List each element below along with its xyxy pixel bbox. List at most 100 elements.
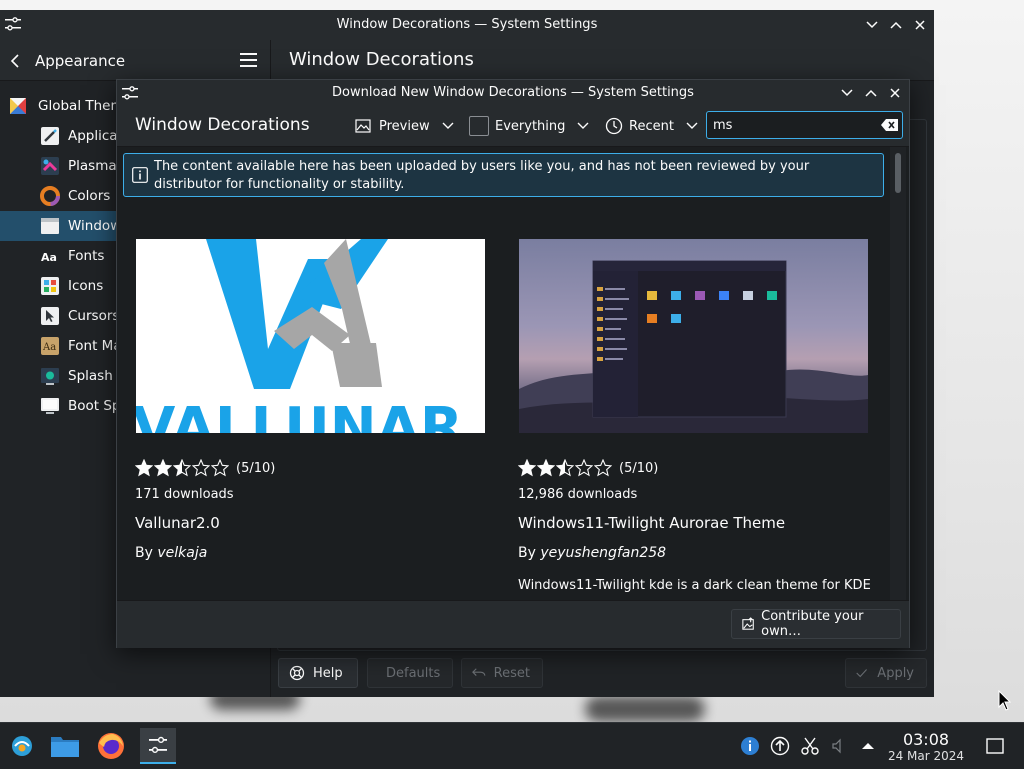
rating-stars-windows11-twilight: (5/10) — [518, 459, 658, 477]
plasma-style-icon — [41, 157, 59, 175]
star-full-icon — [518, 459, 536, 477]
star-full-icon — [537, 459, 555, 477]
close-button[interactable] — [910, 15, 930, 35]
defaults-button[interactable]: Defaults — [367, 658, 453, 688]
preview-image-vallunar[interactable]: VALLUNAR — [136, 239, 485, 433]
dialog-title: Download New Window Decorations — System… — [332, 85, 694, 100]
page-title: Window Decorations — [289, 49, 474, 70]
file-manager-icon[interactable] — [47, 728, 83, 764]
rating-text: (5/10) — [236, 460, 276, 476]
header-divider — [270, 40, 271, 80]
star-rating — [135, 459, 229, 477]
by-label: By — [518, 545, 536, 561]
search-input[interactable] — [713, 115, 873, 135]
dialog-header: Window Decorations Preview Everything Re… — [117, 106, 909, 147]
reset-button[interactable]: Reset — [461, 658, 543, 688]
sidebar-item-label: Colors — [68, 188, 111, 204]
show-desktop-icon[interactable] — [985, 736, 1005, 756]
undo-icon — [472, 668, 486, 676]
colors-icon — [40, 186, 60, 206]
splash-screen-icon — [41, 368, 59, 385]
hamburger-menu-icon[interactable] — [240, 52, 258, 68]
item-description: Windows11-Twilight kde is a dark clean t… — [518, 578, 871, 593]
window-decorations-icon — [41, 218, 59, 234]
rating-text: (5/10) — [619, 460, 659, 476]
info-icon — [132, 167, 148, 183]
download-count: 171 downloads — [135, 487, 234, 502]
search-field[interactable] — [706, 111, 903, 139]
back-label: Appearance — [35, 52, 126, 70]
dialog-heading: Window Decorations — [135, 115, 310, 135]
clock[interactable]: 03:08 24 Mar 2024 — [884, 731, 968, 764]
scrollbar-thumb[interactable] — [895, 153, 901, 193]
author-name[interactable]: yeyushengfan258 — [540, 545, 666, 561]
svg-text:Aa: Aa — [42, 342, 56, 353]
content-warning-banner: The content available here has been uplo… — [123, 153, 884, 197]
maximize-button[interactable] — [861, 83, 881, 103]
dialog-titlebar[interactable]: Download New Window Decorations — System… — [117, 80, 909, 106]
download-count: 12,986 downloads — [518, 487, 638, 502]
minimize-button[interactable] — [837, 83, 857, 103]
info-tray-icon[interactable] — [740, 736, 760, 756]
back-button[interactable]: Appearance — [8, 48, 138, 74]
author-name[interactable]: velkaja — [157, 545, 207, 561]
star-empty-icon — [192, 459, 210, 477]
clear-search-icon[interactable] — [881, 119, 898, 131]
fonts-icon: Aa — [41, 251, 57, 264]
global-theme-icon — [10, 98, 26, 114]
help-button[interactable]: Help — [278, 658, 358, 688]
apply-button[interactable]: Apply — [845, 658, 927, 688]
preview-image-windows11-twilight[interactable] — [519, 239, 868, 433]
contribute-label: Contribute your own… — [761, 609, 864, 639]
author-line: By velkaja — [135, 545, 207, 561]
show-hidden-icons-arrow[interactable] — [858, 736, 878, 756]
scissors-icon[interactable] — [800, 736, 820, 756]
help-label: Help — [313, 665, 343, 681]
result-card-windows11-twilight[interactable]: (5/10) 12,986 downloads Windows11-Twilig… — [518, 239, 871, 599]
minimize-button[interactable] — [862, 15, 882, 35]
rating-stars-vallunar: (5/10) — [135, 459, 275, 477]
clock-time: 03:08 — [902, 730, 950, 749]
star-full-icon — [154, 459, 172, 477]
chevron-down-icon — [577, 122, 589, 129]
start-menu-icon[interactable] — [4, 728, 40, 764]
wallpaper-shape — [585, 696, 705, 722]
view-mode-label: Preview — [379, 118, 430, 134]
back-arrow-icon — [10, 54, 19, 68]
main-titlebar[interactable]: Window Decorations — System Settings — [0, 10, 934, 40]
firefox-icon[interactable] — [93, 728, 129, 764]
application-style-icon — [41, 127, 59, 145]
help-icon — [289, 665, 305, 681]
clock-date: 24 Mar 2024 — [887, 749, 965, 763]
filter-checkbox-icon — [469, 116, 489, 136]
sidebar-item-label: Icons — [68, 278, 104, 294]
system-settings-icon[interactable] — [140, 728, 176, 764]
result-card-vallunar[interactable]: VALLUNAR (5/10) 171 downloads Vallunar2.… — [135, 239, 487, 599]
checkmark-icon — [856, 669, 867, 678]
main-window-title: Window Decorations — System Settings — [336, 17, 598, 32]
view-mode-dropdown[interactable]: Preview — [355, 112, 454, 140]
font-management-icon: Aa — [41, 337, 59, 355]
vallunar-logo-image: VALLUNAR — [136, 239, 463, 433]
volume-muted-icon[interactable] — [830, 736, 850, 756]
contribute-button[interactable]: Contribute your own… — [731, 609, 901, 639]
results-area: The content available here has been uplo… — [117, 147, 909, 600]
reset-label: Reset — [493, 665, 530, 681]
boot-splash-icon — [41, 398, 59, 414]
filter-label: Everything — [495, 118, 566, 134]
filter-dropdown[interactable]: Everything — [469, 112, 589, 140]
sidebar-item-label: Cursors — [68, 308, 120, 324]
content-warning-text: The content available here has been uplo… — [154, 159, 810, 192]
apply-label: Apply — [877, 665, 914, 681]
results-scrollbar[interactable] — [890, 147, 906, 600]
close-button[interactable] — [885, 83, 905, 103]
maximize-button[interactable] — [886, 15, 906, 35]
defaults-label: Defaults — [386, 665, 441, 681]
twilight-theme-screenshot — [519, 260, 868, 433]
sort-dropdown[interactable]: Recent — [605, 112, 698, 140]
star-half-icon — [173, 459, 191, 477]
sidebar-item-label: Fonts — [68, 248, 105, 264]
updates-tray-icon[interactable] — [770, 736, 790, 756]
star-half-icon — [556, 459, 574, 477]
star-full-icon — [135, 459, 153, 477]
